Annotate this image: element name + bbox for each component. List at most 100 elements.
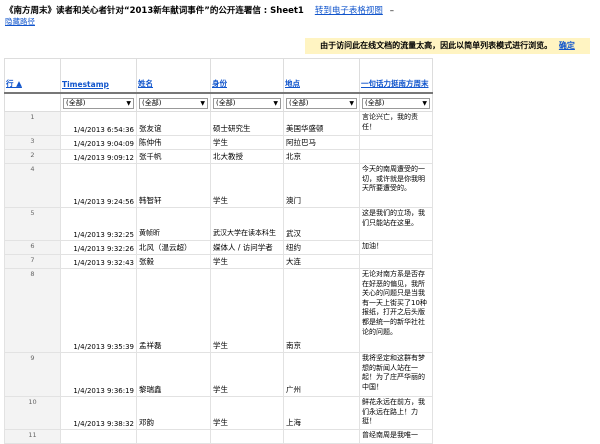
comment-cell: 无论对南方系是否存在好恶的偏见，我所关心的问题只是当我有一天上街买了10种报纸，… (359, 268, 433, 353)
chevron-down-icon: ▼ (200, 100, 205, 107)
spreadsheet-title: 《南方周末》读者和关心者针对“2013新年献词事件”的公开连署信 : Sheet… (5, 6, 304, 16)
name-cell: 张友谊 (136, 111, 211, 136)
location-cell: 澳门 (283, 163, 360, 208)
identity-cell: 媒体人 / 访问学者 (210, 240, 284, 255)
identity-cell: 武汉大学在读本科生 (210, 207, 284, 241)
row-number: 5 (4, 207, 61, 241)
row-number: 1 (4, 111, 61, 136)
row-number: 2 (4, 149, 61, 164)
table-row: 10 1/4/2013 9:38:32 邓韵 学生 上海 鲜花永远在前方，我们永… (4, 396, 433, 430)
name-cell: 陈仲伟 (136, 135, 211, 150)
location-cell: 大连 (283, 254, 360, 269)
table-row: 9 1/4/2013 9:36:19 黎瑞鑫 学生 广州 我将坚定和这群有梦想的… (4, 352, 433, 397)
location-cell: 美国华盛顿 (283, 111, 360, 136)
comment-cell: 曾经南周是我唯一 (359, 429, 433, 444)
col-header-comment[interactable]: 一句话力挺南方周末 (359, 58, 433, 94)
table-row: 11 曾经南周是我唯一 (4, 429, 433, 444)
name-cell: 韩智轩 (136, 163, 211, 208)
switch-to-spreadsheet-view-link[interactable]: 转到电子表格视图 (315, 6, 383, 16)
filter-select-location[interactable]: (全部) ▼ (286, 98, 357, 109)
timestamp-cell: 1/4/2013 9:32:25 (60, 207, 137, 241)
filter-cell-empty (4, 92, 61, 112)
table-row: 7 1/4/2013 9:32:43 张毅 学生 大连 (4, 254, 433, 269)
col-header-timestamp[interactable]: Timestamp (60, 58, 137, 94)
timestamp-cell (60, 429, 137, 444)
name-cell: 北风（温云超） (136, 240, 211, 255)
identity-cell: 学生 (210, 163, 284, 208)
hide-path-link[interactable]: 隐藏路径 (5, 16, 35, 27)
chevron-down-icon: ▼ (126, 100, 131, 107)
chevron-down-icon: ▼ (273, 100, 278, 107)
filter-select-comment[interactable]: (全部) ▼ (362, 98, 430, 109)
identity-cell: 学生 (210, 396, 284, 430)
row-number: 3 (4, 135, 61, 150)
comment-cell (359, 254, 433, 269)
notice-text: 由于访问此在线文档的流量太高，因此以简单列表模式进行浏览。 (320, 41, 553, 50)
identity-cell: 学生 (210, 135, 284, 150)
row-number: 4 (4, 163, 61, 208)
sheet-list-table: 行 ▲ Timestamp 姓名 身份 地点 一句话力挺南方周末 (全部) ▼ (… (4, 58, 433, 444)
identity-cell: 硕士研究生 (210, 111, 284, 136)
location-cell: 南京 (283, 268, 360, 353)
name-cell: 张毅 (136, 254, 211, 269)
identity-cell: 北大教授 (210, 149, 284, 164)
comment-cell: 加油！ (359, 240, 433, 255)
minimize-dash[interactable]: – (390, 6, 394, 16)
identity-cell: 学生 (210, 254, 284, 269)
timestamp-cell: 1/4/2013 9:36:19 (60, 352, 137, 397)
name-cell: 邓韵 (136, 396, 211, 430)
notice-confirm-link[interactable]: 确定 (559, 41, 575, 50)
col-header-row-number[interactable]: 行 ▲ (4, 58, 61, 94)
traffic-notice-banner: 由于访问此在线文档的流量太高，因此以简单列表模式进行浏览。 确定 (305, 38, 590, 54)
col-header-location[interactable]: 地点 (283, 58, 360, 94)
name-cell: 张千帆 (136, 149, 211, 164)
name-cell: 黄帧昕 (136, 207, 211, 241)
comment-cell: 今天的南周遭受的一切，或许就是你我明天所要遭受的。 (359, 163, 433, 208)
col-header-name[interactable]: 姓名 (136, 58, 211, 94)
table-row: 5 1/4/2013 9:32:25 黄帧昕 武汉大学在读本科生 武汉 这是我们… (4, 207, 433, 241)
row-number: 10 (4, 396, 61, 430)
col-header-identity[interactable]: 身份 (210, 58, 284, 94)
filter-select-timestamp[interactable]: (全部) ▼ (63, 98, 134, 109)
timestamp-cell: 1/4/2013 9:09:12 (60, 149, 137, 164)
row-number: 9 (4, 352, 61, 397)
name-cell: 黎瑞鑫 (136, 352, 211, 397)
comment-cell: 鲜花永远在前方，我们永远在路上！力挺！ (359, 396, 433, 430)
table-row: 6 1/4/2013 9:32:26 北风（温云超） 媒体人 / 访问学者 纽约… (4, 240, 433, 255)
row-number: 7 (4, 254, 61, 269)
table-row: 2 1/4/2013 9:09:12 张千帆 北大教授 北京 (4, 149, 433, 164)
timestamp-cell: 1/4/2013 6:54:36 (60, 111, 137, 136)
table-row: 8 1/4/2013 9:35:39 孟祥磊 学生 南京 无论对南方系是否存在好… (4, 268, 433, 353)
identity-cell: 学生 (210, 352, 284, 397)
identity-cell: 学生 (210, 268, 284, 353)
header-row: 行 ▲ Timestamp 姓名 身份 地点 一句话力挺南方周末 (4, 58, 433, 94)
location-cell: 纽约 (283, 240, 360, 255)
timestamp-cell: 1/4/2013 9:24:56 (60, 163, 137, 208)
comment-cell (359, 135, 433, 150)
timestamp-cell: 1/4/2013 9:32:26 (60, 240, 137, 255)
row-number: 6 (4, 240, 61, 255)
filter-select-name[interactable]: (全部) ▼ (139, 98, 208, 109)
comment-cell: 这是我们的立场，我们只能站在这里。 (359, 207, 433, 241)
location-cell (283, 429, 360, 444)
filter-row: (全部) ▼ (全部) ▼ (全部) ▼ (全部) ▼ (全部) ▼ (4, 92, 433, 112)
location-cell: 武汉 (283, 207, 360, 241)
chevron-down-icon: ▼ (422, 100, 427, 107)
comment-cell: 我将坚定和这群有梦想的新闻人站在一起！为了庄严华丽的中国！ (359, 352, 433, 397)
comment-cell: 言论兴亡，我的责任！ (359, 111, 433, 136)
row-number: 11 (4, 429, 61, 444)
identity-cell (210, 429, 284, 444)
table-row: 4 1/4/2013 9:24:56 韩智轩 学生 澳门 今天的南周遭受的一切，… (4, 163, 433, 208)
location-cell: 阿拉巴马 (283, 135, 360, 150)
timestamp-cell: 1/4/2013 9:32:43 (60, 254, 137, 269)
row-number: 8 (4, 268, 61, 353)
table-row: 1 1/4/2013 6:54:36 张友谊 硕士研究生 美国华盛顿 言论兴亡，… (4, 111, 433, 136)
table-row: 3 1/4/2013 9:04:09 陈仲伟 学生 阿拉巴马 (4, 135, 433, 150)
comment-cell (359, 149, 433, 164)
name-cell (136, 429, 211, 444)
name-cell: 孟祥磊 (136, 268, 211, 353)
location-cell: 广州 (283, 352, 360, 397)
timestamp-cell: 1/4/2013 9:04:09 (60, 135, 137, 150)
filter-select-identity[interactable]: (全部) ▼ (213, 98, 281, 109)
location-cell: 北京 (283, 149, 360, 164)
